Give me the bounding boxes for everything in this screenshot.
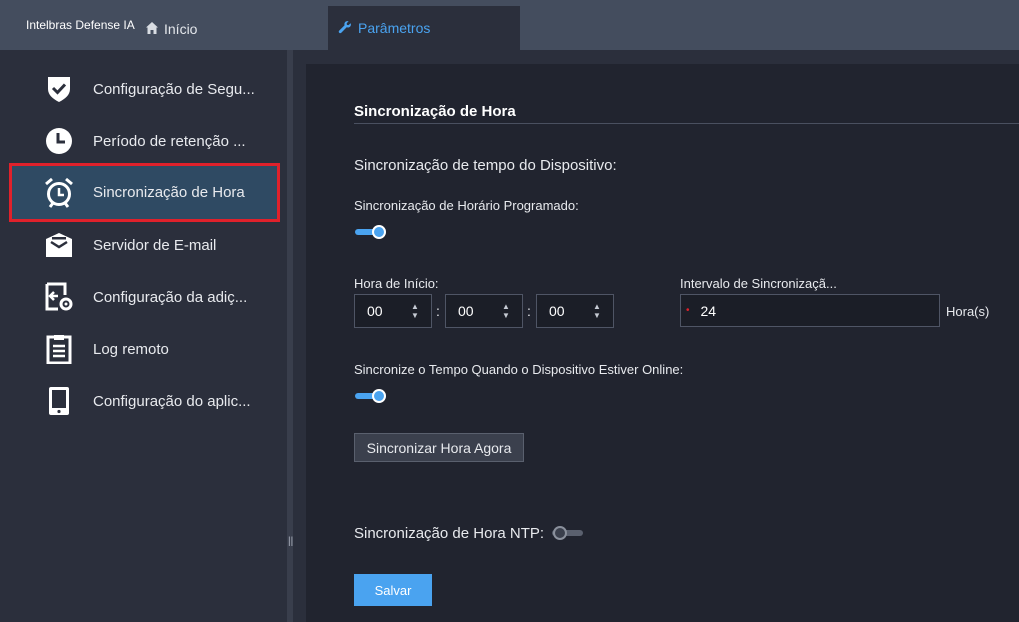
start-hour-stepper[interactable]: 00 ▲ ▼ xyxy=(354,294,432,328)
online-sync-label: Sincronize o Tempo Quando o Dispositivo … xyxy=(354,362,684,377)
scheduled-sync-toggle[interactable] xyxy=(355,225,386,239)
required-mark: • xyxy=(686,305,690,316)
arrow-up-icon[interactable]: ▲ xyxy=(502,302,510,311)
nav-home-label: Início xyxy=(164,21,198,37)
tab-parameters-label: Parâmetros xyxy=(358,20,431,36)
time-sync-panel: Sincronização de Hora Sincronização de t… xyxy=(306,64,1019,622)
ntp-sync-toggle[interactable] xyxy=(552,526,583,540)
section-divider xyxy=(354,123,1019,124)
save-button[interactable]: Salvar xyxy=(354,574,432,606)
shield-check-icon xyxy=(44,74,74,104)
sidebar: Configuração de Segu... Período de reten… xyxy=(0,50,287,622)
top-bar: Intelbras Defense IA Início Parâmetros xyxy=(0,0,1019,50)
scheduled-sync-label: Sincronização de Horário Programado: xyxy=(354,198,579,213)
start-time-label: Hora de Início: xyxy=(354,276,439,291)
start-hour-value: 00 xyxy=(367,303,383,319)
start-second-stepper[interactable]: 00 ▲ ▼ xyxy=(536,294,614,328)
sidebar-item-app-config[interactable]: Configuração do aplic... xyxy=(10,375,279,427)
email-icon xyxy=(44,230,74,260)
sidebar-item-security-config[interactable]: Configuração de Segu... xyxy=(10,63,279,115)
clipboard-icon xyxy=(44,334,74,364)
interval-input[interactable]: • 24 xyxy=(680,294,940,327)
alarm-clock-icon xyxy=(44,177,74,208)
arrow-down-icon[interactable]: ▼ xyxy=(502,311,510,320)
sidebar-item-retention-period[interactable]: Período de retenção ... xyxy=(10,115,279,167)
sidebar-item-email-server[interactable]: Servidor de E-mail xyxy=(10,219,279,271)
start-minute-stepper[interactable]: 00 ▲ ▼ xyxy=(445,294,523,328)
splitter-grip[interactable]: || xyxy=(288,536,293,547)
home-icon xyxy=(145,21,164,38)
tab-parameters[interactable]: Parâmetros xyxy=(328,6,520,50)
sidebar-item-label: Sincronização de Hora xyxy=(93,184,245,201)
tablet-icon xyxy=(44,386,74,416)
clock-icon xyxy=(44,126,74,156)
interval-value: 24 xyxy=(700,302,717,319)
section-title: Sincronização de Hora xyxy=(354,103,516,120)
sidebar-item-label: Configuração do aplic... xyxy=(93,392,251,410)
app-title: Intelbras Defense IA xyxy=(26,18,135,32)
sync-now-button[interactable]: Sincronizar Hora Agora xyxy=(354,433,524,462)
arrow-up-icon[interactable]: ▲ xyxy=(593,302,601,311)
online-sync-toggle[interactable] xyxy=(355,389,386,403)
interval-label: Intervalo de Sincronizaçã... xyxy=(680,276,837,291)
nav-home-tab[interactable]: Início xyxy=(145,15,197,43)
sidebar-item-label: Servidor de E-mail xyxy=(93,236,217,254)
toggle-knob xyxy=(553,526,567,540)
import-settings-icon xyxy=(44,282,74,312)
start-minute-value: 00 xyxy=(458,303,474,319)
stepper-arrows: ▲ ▼ xyxy=(590,302,604,320)
time-separator: : xyxy=(527,303,531,319)
sidebar-item-time-sync[interactable]: Sincronização de Hora xyxy=(9,163,280,222)
start-second-value: 00 xyxy=(549,303,565,319)
arrow-down-icon[interactable]: ▼ xyxy=(593,311,601,320)
sidebar-item-label: Log remoto xyxy=(93,340,169,358)
device-sync-label: Sincronização de tempo do Dispositivo: xyxy=(354,157,617,174)
ntp-sync-label: Sincronização de Hora NTP: xyxy=(354,525,545,542)
arrow-down-icon[interactable]: ▼ xyxy=(411,311,419,320)
wrench-icon xyxy=(338,20,358,37)
sidebar-item-remote-log[interactable]: Log remoto xyxy=(10,323,279,375)
arrow-up-icon[interactable]: ▲ xyxy=(411,302,419,311)
stepper-arrows: ▲ ▼ xyxy=(408,302,422,320)
time-separator: : xyxy=(436,303,440,319)
sidebar-item-label: Configuração da adiç... xyxy=(93,288,248,306)
sidebar-item-label: Configuração de Segu... xyxy=(93,80,255,98)
stepper-arrows: ▲ ▼ xyxy=(499,302,513,320)
sidebar-item-add-config[interactable]: Configuração da adiç... xyxy=(10,271,279,323)
toggle-knob xyxy=(372,225,386,239)
interval-unit: Hora(s) xyxy=(946,304,990,319)
sidebar-item-label: Período de retenção ... xyxy=(93,132,246,150)
toggle-knob xyxy=(372,389,386,403)
